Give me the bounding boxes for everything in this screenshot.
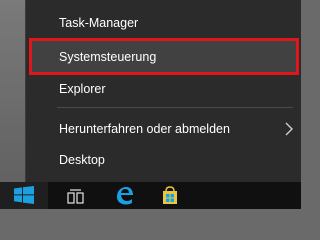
menu-item-label: Task-Manager xyxy=(59,16,139,30)
menu-item-label: Explorer xyxy=(59,82,106,96)
menu-item-desktop[interactable]: Desktop xyxy=(26,145,300,175)
highlight-box xyxy=(29,38,299,75)
edge-browser-icon[interactable] xyxy=(113,184,135,206)
menu-item-label: Desktop xyxy=(59,153,105,167)
chevron-right-icon xyxy=(285,122,293,136)
menu-item-explorer[interactable]: Explorer xyxy=(26,74,300,104)
windows-logo-icon xyxy=(14,186,34,204)
desktop-screen: Task-Manager Systemsteuerung Explorer He… xyxy=(0,0,301,209)
start-button[interactable] xyxy=(0,182,48,209)
menu-item-task-manager[interactable]: Task-Manager xyxy=(26,8,300,38)
menu-item-shutdown-or-signout[interactable]: Herunterfahren oder abmelden xyxy=(26,114,300,144)
store-icon[interactable] xyxy=(160,185,180,205)
task-view-icon[interactable] xyxy=(66,185,86,205)
winx-context-menu: Task-Manager Systemsteuerung Explorer He… xyxy=(25,0,301,182)
menu-item-label: Herunterfahren oder abmelden xyxy=(59,122,230,136)
menu-separator xyxy=(57,107,293,108)
taskbar xyxy=(0,182,301,209)
